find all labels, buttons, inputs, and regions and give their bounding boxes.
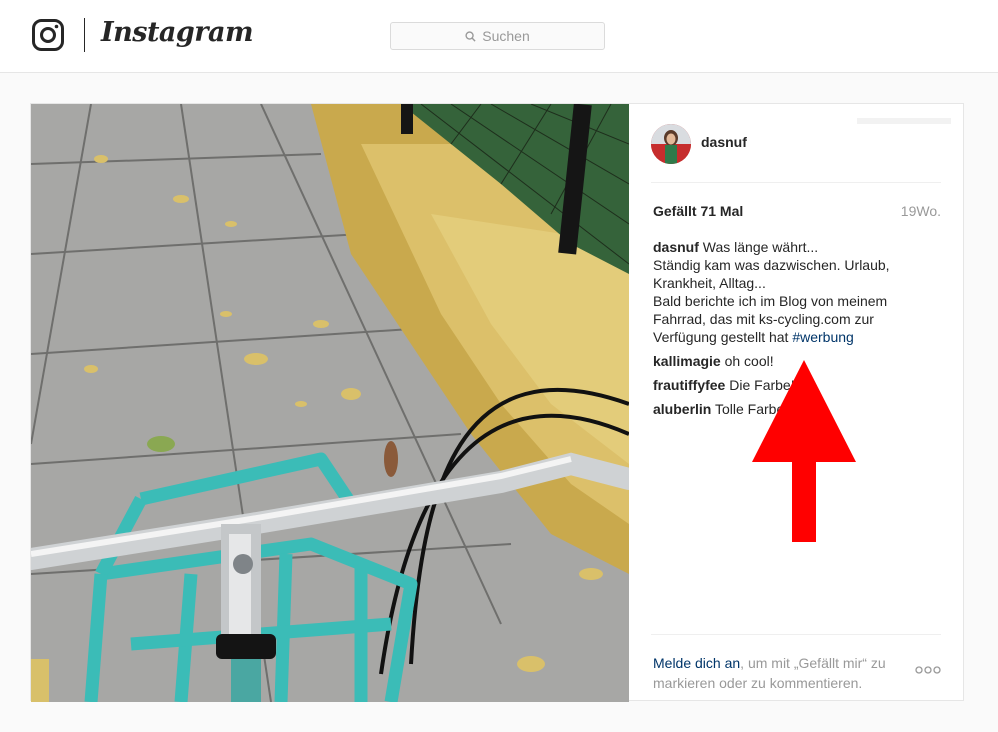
logo-divider	[84, 18, 85, 52]
caption: dasnuf Was länge währt... Ständig kam wa…	[653, 238, 915, 346]
hashtag-link[interactable]: #werbung	[792, 329, 854, 345]
search-icon	[465, 30, 476, 42]
top-navigation-bar: Instagram Suchen	[0, 0, 998, 73]
comment-username[interactable]: kallimagie	[653, 353, 721, 369]
caption-username[interactable]: dasnuf	[653, 239, 699, 255]
red-arrow-annotation	[752, 360, 856, 542]
login-link[interactable]: Melde dich an	[653, 655, 740, 671]
post-timestamp[interactable]: 19Wo.	[901, 203, 941, 219]
post-photo[interactable]	[31, 104, 629, 702]
search-input[interactable]: Suchen	[390, 22, 605, 50]
comment-username[interactable]: aluberlin	[653, 401, 711, 417]
search-placeholder: Suchen	[482, 28, 530, 44]
post-footer: Melde dich an, um mit „Gefällt mir“ zu m…	[651, 634, 941, 691]
comment-username[interactable]: frautiffyfee	[653, 377, 725, 393]
avatar[interactable]	[651, 124, 691, 164]
avatar-photo	[651, 124, 691, 164]
follow-placeholder	[857, 118, 951, 124]
more-options-icon[interactable]	[915, 665, 941, 675]
post-username[interactable]: dasnuf	[701, 134, 747, 150]
likes-row: Gefällt 71 Mal 19Wo.	[653, 203, 941, 219]
instagram-wordmark-logo[interactable]: Instagram	[101, 17, 254, 48]
bicycle-photo-illustration	[31, 104, 629, 702]
caption-line-1: Was länge währt...	[702, 239, 819, 255]
post-header: dasnuf	[651, 118, 951, 183]
login-prompt: Melde dich an, um mit „Gefällt mir“ zu m…	[653, 653, 903, 693]
instagram-camera-icon[interactable]	[32, 19, 64, 51]
caption-line-2: Ständig kam was dazwischen. Urlaub, Kran…	[653, 257, 890, 291]
like-count[interactable]: Gefällt 71 Mal	[653, 203, 743, 219]
